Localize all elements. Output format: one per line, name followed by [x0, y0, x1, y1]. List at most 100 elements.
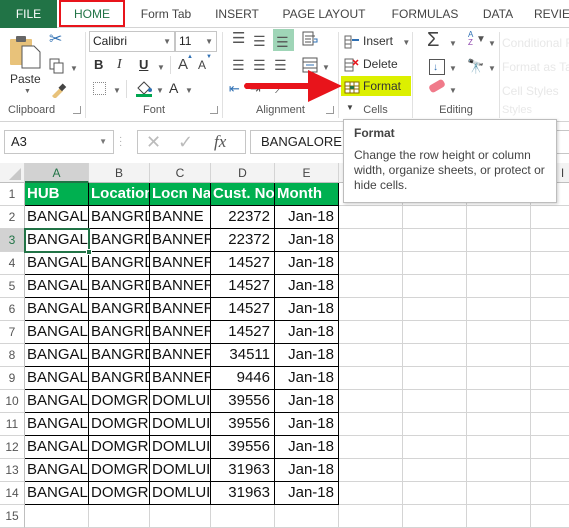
cell-b2[interactable]: BANGRD — [89, 206, 150, 229]
clear-icon[interactable] — [428, 78, 446, 94]
row-header-12[interactable]: 12 — [0, 436, 25, 459]
cell-a3[interactable]: BANGAL — [25, 229, 89, 252]
cell-b1[interactable]: Location — [89, 183, 150, 206]
fill-icon[interactable]: ↓ — [429, 59, 445, 75]
cell-h14[interactable] — [467, 482, 531, 505]
cell-b15[interactable] — [89, 505, 150, 528]
cell-g5[interactable] — [403, 275, 467, 298]
cell-c5[interactable]: BANNER — [150, 275, 211, 298]
cell-c4[interactable]: BANNER — [150, 252, 211, 275]
cell-i6[interactable] — [531, 298, 569, 321]
cell-i7[interactable] — [531, 321, 569, 344]
cell-d15[interactable] — [211, 505, 275, 528]
cell-f9[interactable] — [339, 367, 403, 390]
cell-g14[interactable] — [403, 482, 467, 505]
underline-dropdown-icon[interactable]: ▼ — [157, 63, 165, 72]
underline-button[interactable]: U — [139, 58, 148, 71]
cell-d14[interactable]: 31963 — [211, 482, 275, 505]
cell-i14[interactable] — [531, 482, 569, 505]
insert-cells-button[interactable]: Insert ▼ — [344, 31, 410, 51]
cell-c9[interactable]: BANNER — [150, 367, 211, 390]
alignment-launcher-icon[interactable] — [326, 106, 334, 114]
cell-g9[interactable] — [403, 367, 467, 390]
cell-c11[interactable]: DOMLUI — [150, 413, 211, 436]
cell-a10[interactable]: BANGAL — [25, 390, 89, 413]
cell-h15[interactable] — [467, 505, 531, 528]
cell-c8[interactable]: BANNER — [150, 344, 211, 367]
borders-icon[interactable] — [93, 82, 106, 95]
cell-d3[interactable]: 22372 — [211, 229, 275, 252]
cell-i3[interactable] — [531, 229, 569, 252]
cell-a14[interactable]: BANGAL — [25, 482, 89, 505]
cell-b11[interactable]: DOMGR — [89, 413, 150, 436]
cell-e3[interactable]: Jan-18 — [275, 229, 339, 252]
cell-d7[interactable]: 14527 — [211, 321, 275, 344]
cell-d1[interactable]: Cust. No — [211, 183, 275, 206]
copy-icon[interactable] — [49, 58, 65, 76]
tab-data[interactable]: DATA — [474, 0, 522, 28]
row-header-8[interactable]: 8 — [0, 344, 25, 367]
cell-i4[interactable] — [531, 252, 569, 275]
cell-e1[interactable]: Month — [275, 183, 339, 206]
row-header-2[interactable]: 2 — [0, 206, 25, 229]
cell-f12[interactable] — [339, 436, 403, 459]
cell-d13[interactable]: 31963 — [211, 459, 275, 482]
cancel-icon[interactable]: ✕ — [146, 132, 161, 153]
format-painter-icon[interactable] — [50, 82, 68, 100]
row-header-5[interactable]: 5 — [0, 275, 25, 298]
cut-icon[interactable]: ✂ — [49, 32, 62, 48]
cell-e2[interactable]: Jan-18 — [275, 206, 339, 229]
format-cells-button[interactable]: Format ▼ — [341, 76, 411, 112]
cell-e5[interactable]: Jan-18 — [275, 275, 339, 298]
column-header-b[interactable]: B — [89, 163, 150, 183]
cell-f5[interactable] — [339, 275, 403, 298]
clear-dropdown-icon[interactable]: ▼ — [449, 86, 457, 95]
tab-page-layout[interactable]: PAGE LAYOUT — [278, 0, 370, 28]
cell-e10[interactable]: Jan-18 — [275, 390, 339, 413]
formula-bar-grip-icon[interactable]: · · · — [119, 133, 122, 151]
cell-a11[interactable]: BANGAL — [25, 413, 89, 436]
delete-cells-button[interactable]: Delete ▼ — [344, 54, 412, 90]
cell-i2[interactable] — [531, 206, 569, 229]
cell-i11[interactable] — [531, 413, 569, 436]
fill-color-icon[interactable] — [135, 80, 153, 103]
autosum-icon[interactable]: Σ — [427, 30, 439, 50]
cell-g2[interactable] — [403, 206, 467, 229]
cell-c2[interactable]: BANNE — [150, 206, 211, 229]
cell-a7[interactable]: BANGAL — [25, 321, 89, 344]
cell-f13[interactable] — [339, 459, 403, 482]
find-select-icon[interactable]: 🔭 — [467, 59, 484, 73]
cell-g13[interactable] — [403, 459, 467, 482]
cell-g12[interactable] — [403, 436, 467, 459]
autosum-dropdown-icon[interactable]: ▼ — [449, 39, 457, 48]
cell-c14[interactable]: DOMLUI — [150, 482, 211, 505]
cell-b7[interactable]: BANGRD — [89, 321, 150, 344]
font-launcher-icon[interactable] — [210, 106, 218, 114]
cell-e12[interactable]: Jan-18 — [275, 436, 339, 459]
cell-a15[interactable] — [25, 505, 89, 528]
column-header-c[interactable]: C — [150, 163, 211, 183]
row-header-9[interactable]: 9 — [0, 367, 25, 390]
cell-i9[interactable] — [531, 367, 569, 390]
cell-b12[interactable]: DOMGR — [89, 436, 150, 459]
cell-h13[interactable] — [467, 459, 531, 482]
tab-review[interactable]: REVIE — [534, 0, 569, 28]
cell-d10[interactable]: 39556 — [211, 390, 275, 413]
cell-c3[interactable]: BANNER — [150, 229, 211, 252]
tab-file[interactable]: FILE — [0, 0, 57, 28]
merge-center-icon[interactable] — [302, 57, 318, 75]
cell-c15[interactable] — [150, 505, 211, 528]
cell-d2[interactable]: 22372 — [211, 206, 275, 229]
cell-f6[interactable] — [339, 298, 403, 321]
cell-i8[interactable] — [531, 344, 569, 367]
cell-g11[interactable] — [403, 413, 467, 436]
cell-b5[interactable]: BANGRD — [89, 275, 150, 298]
cell-i13[interactable] — [531, 459, 569, 482]
cell-a4[interactable]: BANGAL — [25, 252, 89, 275]
cell-h8[interactable] — [467, 344, 531, 367]
cell-b9[interactable]: BANGRD — [89, 367, 150, 390]
bottom-align-button[interactable]: ☰ — [273, 29, 294, 51]
font-name-select[interactable]: Calibri ▼ — [89, 31, 175, 52]
row-header-6[interactable]: 6 — [0, 298, 25, 321]
font-color-dropdown-icon[interactable]: ▼ — [185, 86, 193, 95]
